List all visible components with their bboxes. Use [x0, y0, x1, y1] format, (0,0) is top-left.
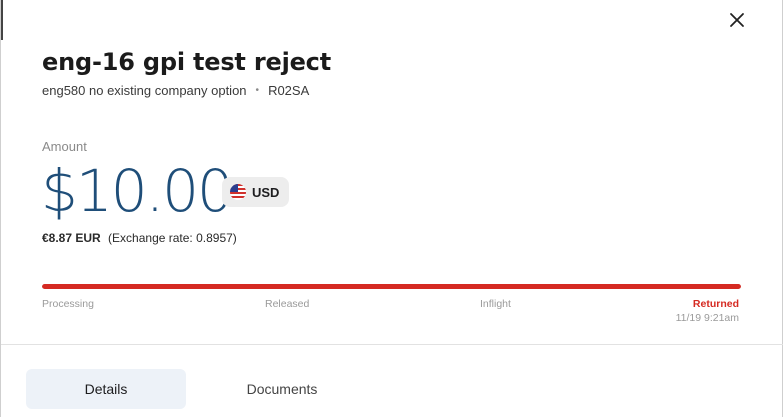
amount-label: Amount [42, 139, 87, 154]
exchange-rate: (Exchange rate: 0.8957) [108, 231, 237, 245]
separator-dot: • [255, 85, 260, 96]
tab-documents[interactable]: Documents [202, 369, 362, 409]
step-processing: Processing [42, 298, 94, 310]
step-inflight: Inflight [480, 298, 511, 310]
close-button[interactable] [723, 8, 751, 36]
step-returned: Returned [692, 298, 739, 310]
converted-amount: €8.87 EUR [42, 231, 101, 245]
payment-subtitle: eng580 no existing company option • R02S… [42, 83, 309, 98]
tab-details[interactable]: Details [26, 369, 186, 409]
window-edge [1, 0, 3, 40]
currency-code: USD [252, 184, 280, 200]
currency-badge: USD [222, 177, 289, 207]
payment-detail-panel: eng-16 gpi test reject eng580 no existin… [0, 0, 783, 417]
reference-code: R02SA [268, 83, 310, 98]
close-icon [729, 12, 745, 33]
amount-value: $10.00 [41, 157, 234, 225]
step-returned-timestamp: 11/19 9:21am [675, 312, 739, 324]
section-divider [1, 344, 783, 345]
step-released: Released [265, 298, 310, 310]
us-flag-icon [230, 184, 246, 200]
payment-title: eng-16 gpi test reject [42, 48, 331, 76]
company-name: eng580 no existing company option [42, 83, 247, 98]
exchange-info: €8.87 EUR (Exchange rate: 0.8957) [42, 231, 237, 245]
progress-fill [42, 284, 741, 289]
progress-bar [42, 284, 741, 289]
